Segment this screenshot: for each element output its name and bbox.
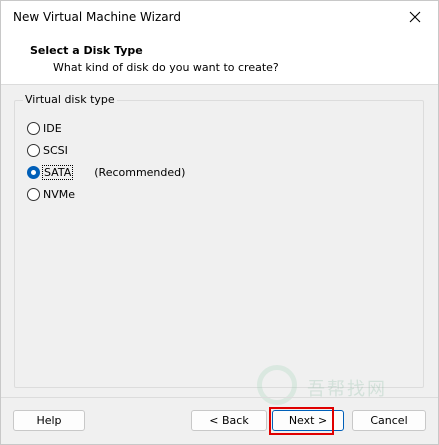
window-title: New Virtual Machine Wizard [13, 10, 181, 24]
title-bar: New Virtual Machine Wizard [1, 1, 438, 33]
radio-ide-circle[interactable] [27, 122, 40, 135]
disk-type-group [14, 100, 424, 388]
wizard-window: New Virtual Machine Wizard Select a Disk… [0, 0, 439, 445]
footer-divider [1, 397, 438, 398]
radio-nvme-circle[interactable] [27, 188, 40, 201]
radio-nvme-label: NVMe [43, 188, 76, 201]
cancel-button[interactable]: Cancel [352, 410, 426, 431]
radio-scsi[interactable]: SCSI [27, 144, 68, 157]
close-button[interactable] [392, 1, 438, 33]
next-button[interactable]: Next > [272, 410, 344, 431]
close-icon [409, 11, 421, 23]
radio-scsi-circle[interactable] [27, 144, 40, 157]
wizard-header: Select a Disk Type What kind of disk do … [1, 33, 438, 85]
radio-ide-label: IDE [43, 122, 62, 135]
radio-sata-circle[interactable] [27, 166, 40, 179]
radio-sata-label: SATA [41, 165, 74, 180]
disk-type-group-label: Virtual disk type [23, 93, 117, 106]
page-subtitle: What kind of disk do you want to create? [53, 61, 279, 74]
radio-ide[interactable]: IDE [27, 122, 62, 135]
sata-recommended-note: (Recommended) [94, 166, 186, 179]
radio-sata[interactable]: SATA (Recommended) [27, 165, 186, 180]
radio-nvme[interactable]: NVMe [27, 188, 75, 201]
help-button[interactable]: Help [13, 410, 85, 431]
radio-scsi-label: SCSI [43, 144, 68, 157]
page-title: Select a Disk Type [30, 44, 143, 57]
back-button[interactable]: < Back [191, 410, 267, 431]
